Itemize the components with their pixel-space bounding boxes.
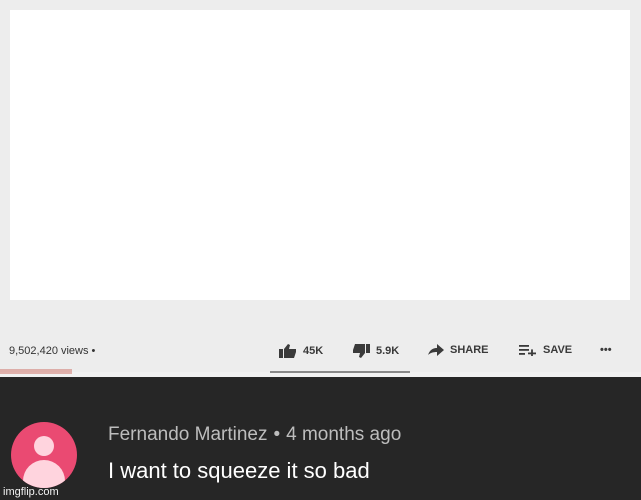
share-arrow-icon <box>428 344 444 356</box>
comment-author[interactable]: Fernando Martinez <box>108 424 267 445</box>
more-dots-icon: ••• <box>600 344 612 356</box>
comment-meta: Fernando Martinez • 4 months ago <box>108 424 401 446</box>
progress-strip <box>0 369 72 374</box>
share-button[interactable]: SHARE <box>428 344 489 356</box>
save-button[interactable]: SAVE <box>519 344 572 356</box>
like-button[interactable]: 45K <box>279 344 323 358</box>
video-section <box>0 0 641 372</box>
more-options-button[interactable]: ••• <box>600 344 612 356</box>
share-label: SHARE <box>450 344 489 356</box>
thumbs-down-icon <box>353 344 370 358</box>
watermark: imgflip.com <box>3 486 59 498</box>
like-ratio-bar <box>270 371 410 373</box>
save-label: SAVE <box>543 344 573 356</box>
thumbs-up-icon <box>279 344 296 358</box>
dislike-button[interactable]: 5.9K <box>352 344 399 358</box>
video-actions-bar: 45K 5.9K SHARE SAVE ••• <box>0 344 641 364</box>
comment-time[interactable]: 4 months ago <box>286 424 401 445</box>
like-count: 45K <box>303 345 324 357</box>
add-to-playlist-icon <box>519 345 536 356</box>
avatar[interactable] <box>11 422 77 488</box>
avatar-head-icon <box>34 436 54 456</box>
comment-card: Fernando Martinez • 4 months ago I want to… <box>0 377 641 500</box>
comment-text: I want to squeeze it so bad <box>108 458 370 483</box>
video-player[interactable] <box>10 10 630 300</box>
meta-separator: • <box>273 424 281 445</box>
dislike-count: 5.9K <box>376 345 400 357</box>
avatar-body-icon <box>23 460 65 488</box>
